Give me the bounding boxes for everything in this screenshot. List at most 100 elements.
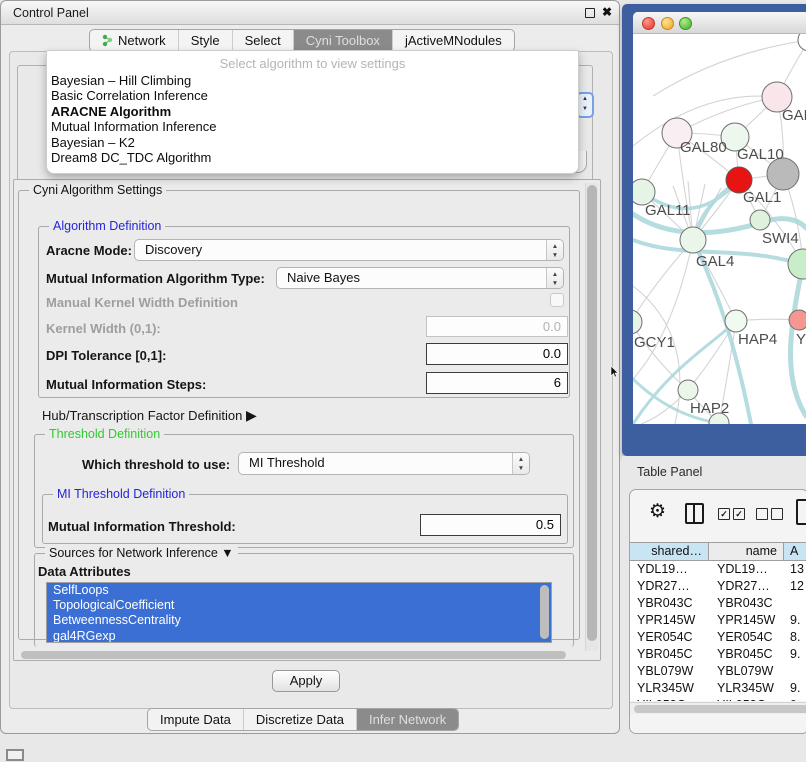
horizontal-scrollbar[interactable] xyxy=(17,649,583,661)
dropdown-item[interactable]: Bayesian – K2 xyxy=(47,135,578,150)
list-item[interactable]: TopologicalCoefficient xyxy=(47,598,551,613)
list-item[interactable]: SelfLoops xyxy=(47,583,551,598)
sources-group-title[interactable]: Sources for Network Inference ▼ xyxy=(45,546,238,560)
group-title: Threshold Definition xyxy=(45,427,164,441)
table-row[interactable]: YDL19…YDL19…13 xyxy=(629,561,806,578)
mi-steps-field[interactable]: 6 xyxy=(426,372,568,394)
column-header[interactable]: name xyxy=(709,542,784,561)
dpi-tolerance-field[interactable]: 0.0 xyxy=(426,343,568,365)
cell: YBL079W xyxy=(709,663,784,680)
tab-impute-data[interactable]: Impute Data xyxy=(148,709,243,730)
node-swi4 xyxy=(750,210,770,230)
which-threshold-label: Which threshold to use: xyxy=(82,457,230,472)
table-row[interactable]: YPR145WYPR145W9. xyxy=(629,612,806,629)
algorithm-dropdown-popup: Select algorithm to view settings Bayesi… xyxy=(46,50,579,174)
table-row[interactable]: YDR27…YDR27…12 xyxy=(629,578,806,595)
tab-jactivemnodules[interactable]: jActiveMNodules xyxy=(392,30,514,51)
minimize-traffic-light[interactable] xyxy=(661,17,674,30)
apply-button[interactable]: Apply xyxy=(272,670,340,692)
scrollbar-thumb[interactable] xyxy=(634,705,806,713)
tab-label: Discretize Data xyxy=(256,709,344,730)
dropdown-prompt: Select algorithm to view settings xyxy=(47,51,578,73)
dropdown-item[interactable]: Dream8 DC_TDC Algorithm xyxy=(47,150,578,165)
column-header[interactable]: shared… xyxy=(629,542,709,561)
network-window: GAL GAL80 GAL10 GAL1 GAL11 SWI4 GAL4 HAP… xyxy=(633,12,806,424)
dropdown-item-selected[interactable]: ARACNE Algorithm xyxy=(47,104,578,119)
deselect-all-checkboxes-icon[interactable] xyxy=(756,508,783,520)
node-label: Y xyxy=(796,331,806,348)
kernel-width-field[interactable]: 0.0 xyxy=(426,316,568,337)
top-tabbar: Network Style Select Cyni Toolbox jActiv… xyxy=(89,29,515,52)
network-canvas[interactable]: GAL GAL80 GAL10 GAL1 GAL11 SWI4 GAL4 HAP… xyxy=(633,34,806,424)
data-attributes-list[interactable]: SelfLoops TopologicalCoefficient Between… xyxy=(46,582,552,643)
tab-label: Network xyxy=(118,30,166,51)
list-item[interactable]: gal4RGexp xyxy=(47,629,551,643)
kernel-width-label: Kernel Width (0,1): xyxy=(46,321,161,336)
table-row[interactable]: YBR043CYBR043C xyxy=(629,595,806,612)
table-row[interactable]: YLR345WYLR345W9. xyxy=(629,680,806,697)
tab-label: Style xyxy=(191,30,220,51)
dropdown-item[interactable]: Bayesian – Hill Climbing xyxy=(47,73,578,88)
tab-infer-network[interactable]: Infer Network xyxy=(356,709,458,730)
tab-cyni-toolbox[interactable]: Cyni Toolbox xyxy=(293,30,392,51)
tab-discretize-data[interactable]: Discretize Data xyxy=(243,709,356,730)
node xyxy=(798,34,806,51)
dropdown-item[interactable]: Basic Correlation Inference xyxy=(47,88,578,103)
control-panel-titlebar[interactable]: Control Panel ✖ xyxy=(1,1,619,25)
node-label: HAP4 xyxy=(738,331,777,348)
which-threshold-combo[interactable]: MI Threshold ▲▼ xyxy=(238,452,530,475)
aracne-mode-combo[interactable]: Discovery ▲▼ xyxy=(134,239,564,261)
tab-select[interactable]: Select xyxy=(232,30,293,51)
mi-type-combo[interactable]: Naive Bayes ▲▼ xyxy=(276,267,564,289)
cell: 8. xyxy=(784,629,806,646)
columns-icon[interactable] xyxy=(685,503,704,524)
table-horizontal-scrollbar[interactable] xyxy=(630,702,806,714)
mi-steps-label: Mutual Information Steps: xyxy=(46,377,206,392)
minimized-panel-icon[interactable] xyxy=(6,749,24,761)
node-label: GAL80 xyxy=(680,139,727,156)
network-window-frame[interactable]: GAL GAL80 GAL10 GAL1 GAL11 SWI4 GAL4 HAP… xyxy=(622,4,806,456)
table-row[interactable]: YBR045CYBR045C9. xyxy=(629,646,806,663)
cell xyxy=(784,663,806,680)
cell: YIL052C xyxy=(629,697,709,701)
cell xyxy=(784,595,806,612)
cell: YBR045C xyxy=(629,646,709,663)
float-window-icon[interactable] xyxy=(585,8,595,18)
hub-section-toggle[interactable]: Hub/Transcription Factor Definition ▶ xyxy=(42,407,257,424)
table-row[interactable]: YER054CYER054C8. xyxy=(629,629,806,646)
tab-label: Impute Data xyxy=(160,709,231,730)
mi-threshold-field[interactable]: 0.5 xyxy=(420,514,561,536)
close-traffic-light[interactable] xyxy=(642,17,655,30)
tab-label: Select xyxy=(245,30,281,51)
group-title: Cyni Algorithm Settings xyxy=(29,183,166,197)
tab-style[interactable]: Style xyxy=(178,30,232,51)
table-panel-section: Table Panel ⚙ ✓✓ shared… name A YDL19…YD… xyxy=(622,456,806,762)
network-titlebar[interactable] xyxy=(633,12,806,34)
dpi-tolerance-label: DPI Tolerance [0,1]: xyxy=(46,348,166,363)
zoom-traffic-light[interactable] xyxy=(679,17,692,30)
node-hap2 xyxy=(678,380,698,400)
column-header[interactable]: A xyxy=(784,542,806,561)
vertical-scrollbar[interactable] xyxy=(585,183,598,651)
cell: 9. xyxy=(784,680,806,697)
table-row[interactable]: YBL079WYBL079W xyxy=(629,663,806,680)
node-salmon xyxy=(789,310,806,330)
scrollbar-thumb[interactable] xyxy=(587,185,597,641)
table-row[interactable]: YIL052CYIL052C9. xyxy=(629,697,806,701)
document-icon[interactable] xyxy=(796,499,806,525)
dropdown-item[interactable]: Mutual Information Inference xyxy=(47,119,578,134)
gear-icon[interactable]: ⚙ xyxy=(649,500,666,523)
cell: YDR27… xyxy=(629,578,709,595)
tab-network[interactable]: Network xyxy=(90,30,178,51)
close-icon[interactable]: ✖ xyxy=(602,5,612,19)
scrollbar-thumb[interactable] xyxy=(21,651,566,659)
node-hap4 xyxy=(725,310,747,332)
list-item[interactable]: BetweennessCentrality xyxy=(47,613,551,628)
list-scrollbar-thumb[interactable] xyxy=(540,585,549,639)
chevron-right-icon: ▶ xyxy=(246,407,257,423)
node-label: HAP2 xyxy=(690,400,729,417)
table-body[interactable]: YDL19…YDL19…13 YDR27…YDR27…12 YBR043CYBR… xyxy=(629,561,806,701)
cell: YPR145W xyxy=(629,612,709,629)
select-all-checkboxes-icon[interactable]: ✓✓ xyxy=(718,508,745,520)
manual-kernel-checkbox[interactable] xyxy=(550,293,564,307)
